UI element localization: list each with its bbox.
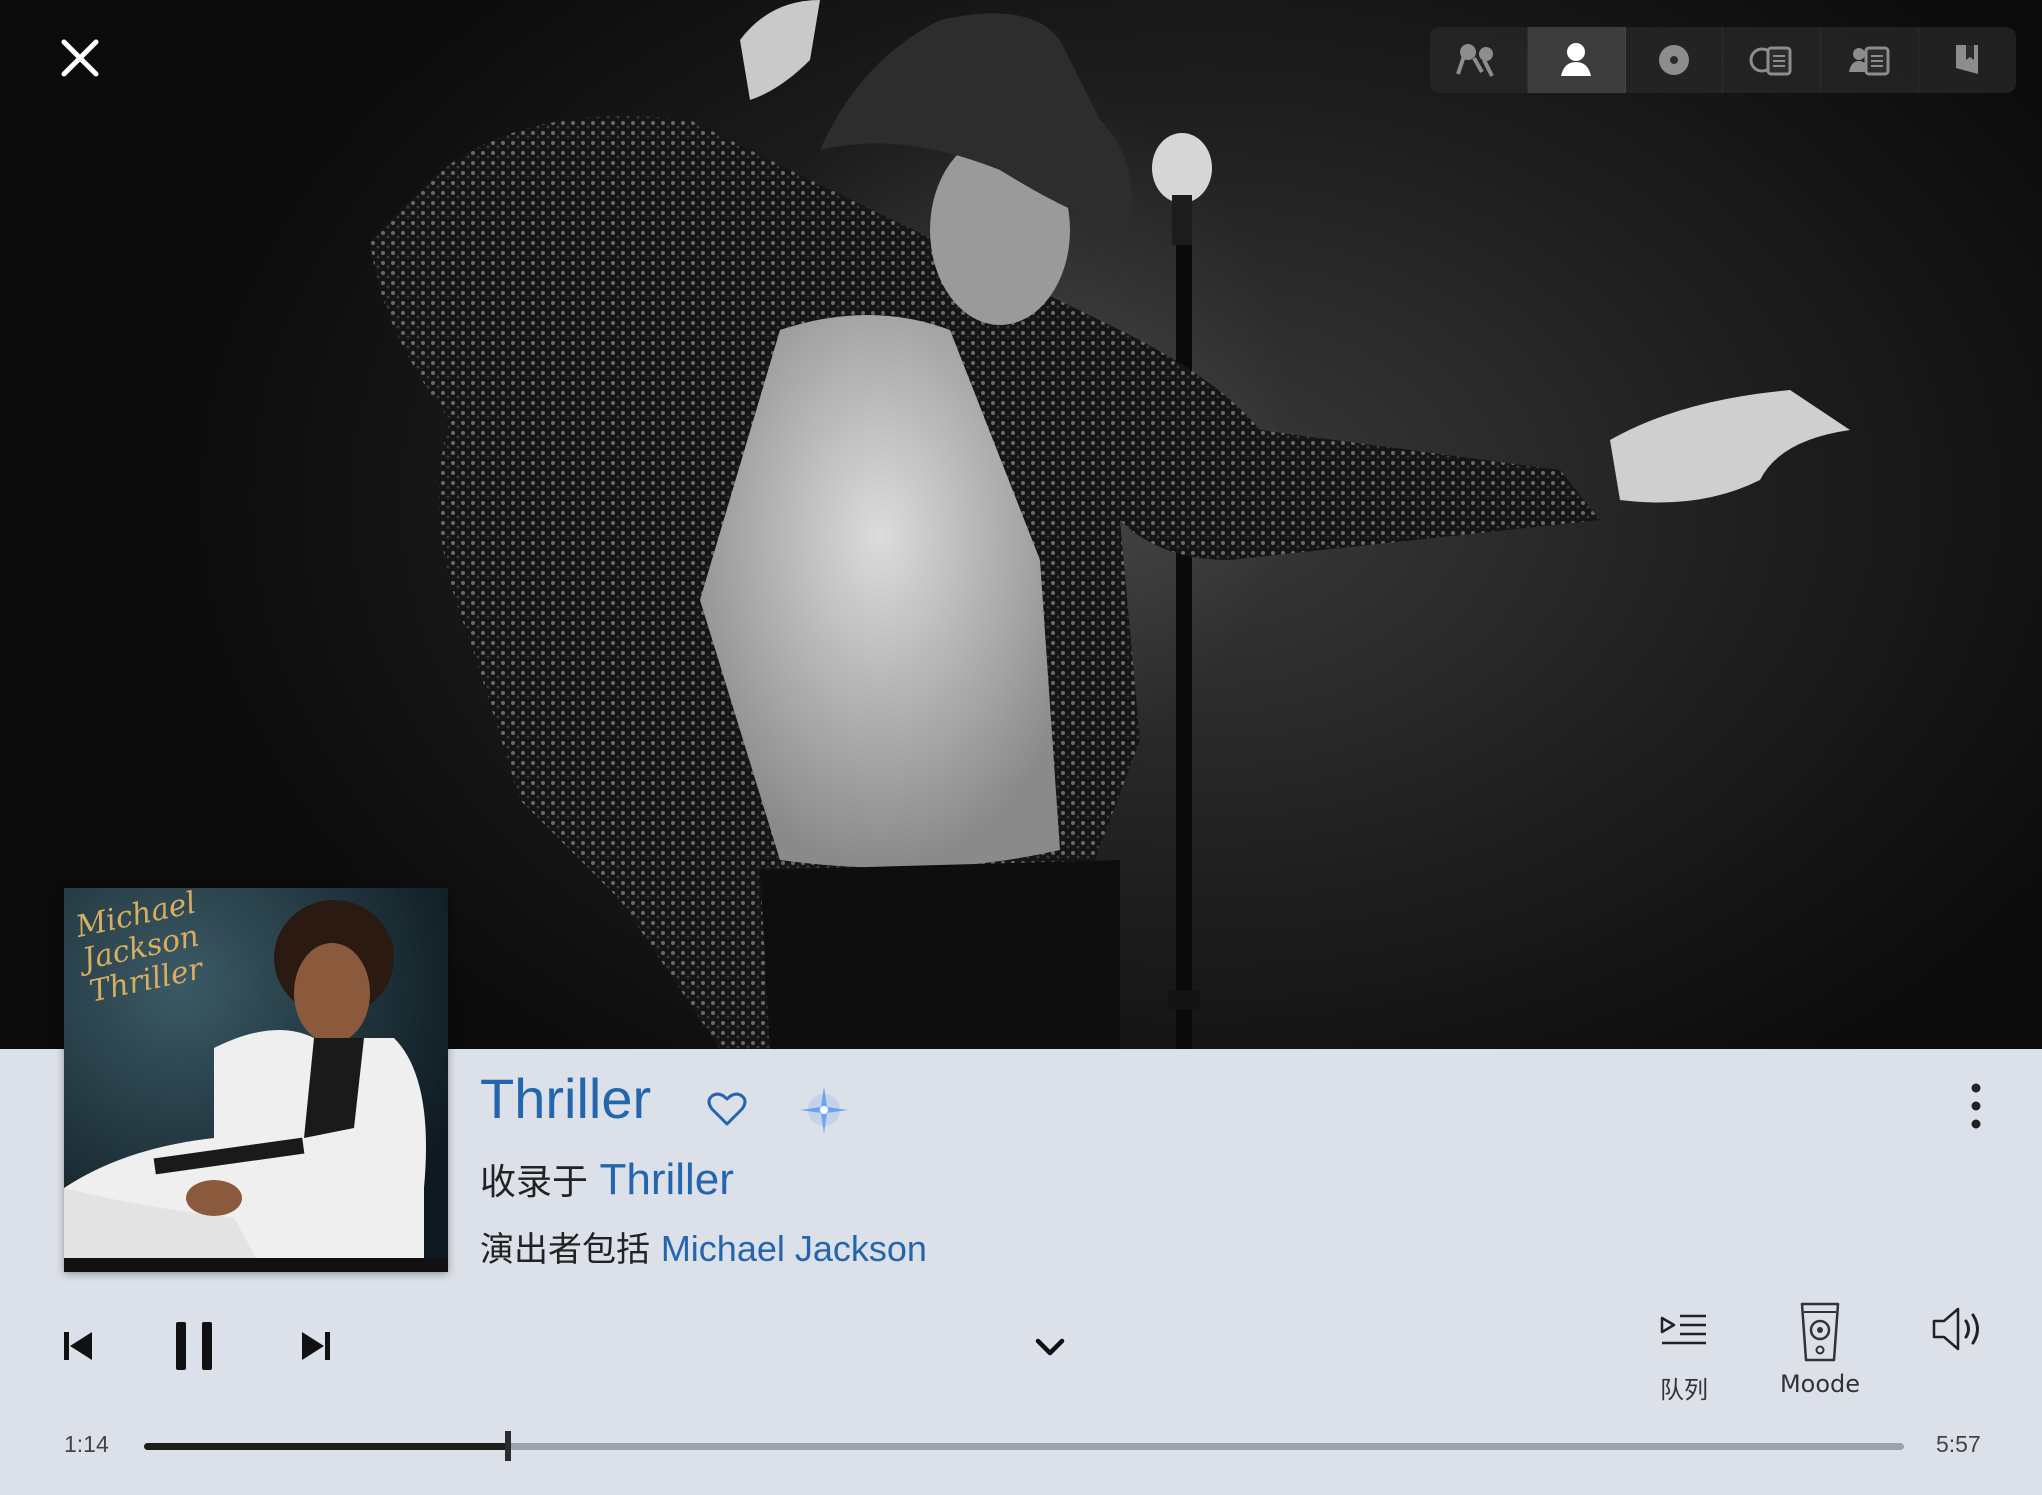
album-line: 收录于 Thriller [480, 1153, 734, 1205]
track-title[interactable]: Thriller [480, 1066, 651, 1131]
total-time: 5:57 [1936, 1431, 1981, 1457]
elapsed-time: 1:14 [64, 1431, 109, 1457]
artist-info-view-icon [1848, 46, 1890, 76]
mic-view-icon [1456, 44, 1495, 77]
view-button-bookmark[interactable] [1919, 27, 2016, 93]
queue-button[interactable] [1656, 1310, 1712, 1350]
progress-bar[interactable] [144, 1431, 1904, 1461]
progress-handle[interactable] [505, 1431, 512, 1461]
more-vertical-icon [1971, 1083, 1981, 1129]
close-button[interactable] [50, 28, 110, 88]
chevron-down-icon [1035, 1338, 1065, 1356]
previous-button[interactable] [58, 1326, 98, 1366]
sparkle-icon [800, 1086, 848, 1134]
output-device-button[interactable] [1796, 1298, 1844, 1364]
next-icon [302, 1332, 330, 1360]
progress-fill [144, 1443, 509, 1450]
album-prefix: 收录于 [480, 1162, 589, 1203]
album-info-view-icon [1749, 46, 1792, 76]
speaker-device-icon [1800, 1302, 1840, 1362]
view-button-artist[interactable] [1527, 27, 1626, 93]
collapse-button[interactable] [1032, 1332, 1068, 1362]
more-options-button[interactable] [1956, 1078, 1996, 1134]
bookmark-view-icon [1955, 45, 1978, 74]
artist-line: 演出者包括 Michael Jackson [480, 1222, 927, 1271]
volume-button[interactable] [1928, 1304, 1986, 1354]
output-device-label[interactable]: Moode [1760, 1370, 1880, 1398]
heart-icon [707, 1092, 747, 1126]
volume-icon [1932, 1307, 1979, 1351]
pause-icon [176, 1322, 212, 1370]
album-cover[interactable]: Michael Jackson Thriller [64, 888, 448, 1272]
queue-icon [1660, 1314, 1706, 1345]
artist-view-icon [1561, 43, 1592, 76]
artist-link[interactable]: Michael Jackson [661, 1228, 927, 1269]
previous-icon [64, 1332, 92, 1360]
close-icon [61, 39, 99, 77]
queue-label[interactable]: 队列 [1636, 1370, 1732, 1405]
next-button[interactable] [296, 1326, 336, 1366]
view-switcher [1430, 27, 2016, 93]
disc-view-icon [1659, 45, 1690, 75]
pause-button[interactable] [170, 1316, 220, 1376]
album-link[interactable]: Thriller [599, 1155, 733, 1204]
artist-prefix: 演出者包括 [480, 1230, 650, 1270]
view-button-artist-info[interactable] [1821, 27, 1920, 93]
view-button-album-info[interactable] [1723, 27, 1822, 93]
sparkle-decoration [796, 1082, 852, 1138]
view-button-mic[interactable] [1430, 27, 1528, 93]
favorite-button[interactable] [706, 1088, 748, 1130]
view-button-disc[interactable] [1626, 27, 1724, 93]
